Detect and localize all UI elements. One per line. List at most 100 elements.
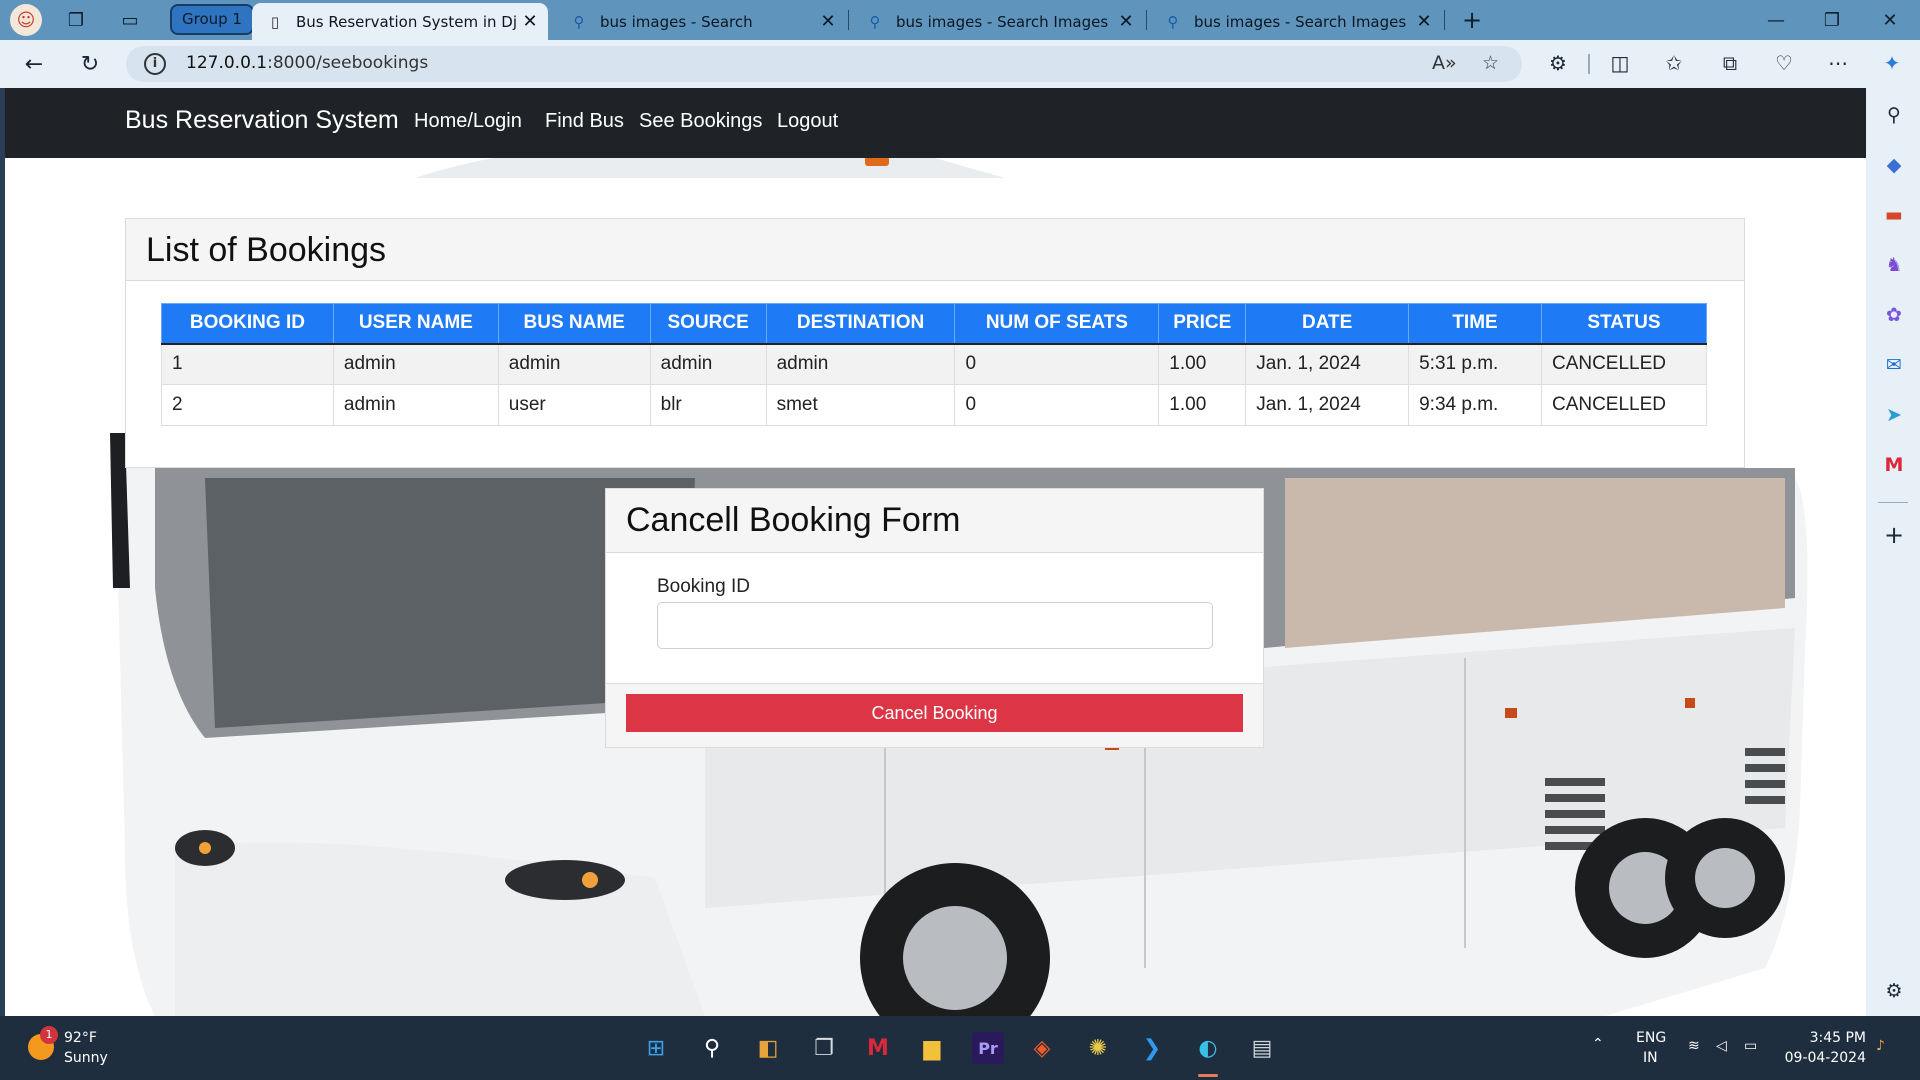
notification-bell-icon[interactable]: ♪ xyxy=(1876,1038,1885,1054)
back-icon[interactable]: ← xyxy=(18,50,50,78)
nav-link-find-bus[interactable]: Find Bus xyxy=(545,110,624,133)
games-icon[interactable]: ♞ xyxy=(1881,252,1907,278)
search-icon[interactable]: ⚲ xyxy=(696,1032,728,1064)
close-icon[interactable]: ✕ xyxy=(1412,11,1436,32)
refresh-icon[interactable]: ↻ xyxy=(74,50,106,78)
clock-time[interactable]: 3:45 PM xyxy=(1776,1030,1866,1046)
drop-icon[interactable]: ➤ xyxy=(1881,402,1907,428)
read-aloud-icon[interactable]: A» xyxy=(1432,52,1457,74)
site-info-icon[interactable]: i xyxy=(144,53,166,75)
sidebar-separator xyxy=(1878,502,1908,503)
clock-date[interactable]: 09-04-2024 xyxy=(1776,1050,1866,1066)
edge-browser-icon[interactable]: ◐ xyxy=(1192,1032,1224,1064)
tray-chevron-icon[interactable]: ⌃ xyxy=(1592,1036,1604,1052)
column-header: BOOKING ID xyxy=(161,303,334,345)
table-cell: CANCELLED xyxy=(1540,343,1708,385)
column-header: USER NAME xyxy=(332,303,499,345)
table-cell: 1 xyxy=(161,343,334,385)
language-bottom[interactable]: IN xyxy=(1643,1050,1658,1066)
workspaces-icon[interactable]: ❐ xyxy=(64,8,88,32)
terminal-icon[interactable]: ▤ xyxy=(1246,1032,1278,1064)
minimize-icon[interactable]: — xyxy=(1756,6,1796,34)
table-cell: user xyxy=(497,384,651,426)
premiere-pro-icon[interactable]: Pr xyxy=(972,1032,1004,1064)
task-view-icon[interactable]: ❐ xyxy=(808,1032,840,1064)
search-icon: ⚲ xyxy=(869,12,881,31)
split-screen-icon[interactable]: ◫ xyxy=(1606,49,1634,77)
browser-essentials-icon[interactable]: ♡ xyxy=(1770,49,1798,77)
favorite-star-icon[interactable]: ☆ xyxy=(1482,52,1499,74)
table-cell: 9:34 p.m. xyxy=(1408,384,1542,426)
table-cell: Jan. 1, 2024 xyxy=(1245,384,1410,426)
copilot-icon[interactable]: ✦ xyxy=(1878,49,1906,77)
table-cell: CANCELLED xyxy=(1540,384,1708,426)
booking-id-label: Booking ID xyxy=(657,576,750,597)
nav-link-logout[interactable]: Logout xyxy=(777,110,838,133)
active-app-indicator xyxy=(1198,1074,1218,1077)
toolbox-icon[interactable]: ▬ xyxy=(1881,202,1907,228)
site-brand[interactable]: Bus Reservation System xyxy=(125,106,399,135)
outlook-icon[interactable]: ✉ xyxy=(1881,352,1907,378)
more-menu-icon[interactable]: ⋯ xyxy=(1824,49,1852,77)
weather-condition[interactable]: Sunny xyxy=(64,1050,108,1066)
cancel-booking-card: Cancell Booking Form Booking ID Cancel B… xyxy=(605,488,1264,748)
bookings-card: List of Bookings BOOKING ID USER NAME BU… xyxy=(125,218,1745,468)
widgets-icon[interactable]: ◧ xyxy=(752,1032,784,1064)
url-text[interactable]: 127.0.0.1:8000/seebookings xyxy=(186,53,428,73)
table-cell: admin xyxy=(765,343,956,385)
page-icon: ▯ xyxy=(270,12,280,31)
extensions-icon[interactable]: ⚙ xyxy=(1544,49,1572,77)
tab-actions-icon[interactable]: ▭ xyxy=(118,8,142,32)
mcafee-icon[interactable]: M xyxy=(1881,452,1907,478)
site-navbar: Bus Reservation System Home/Login Find B… xyxy=(5,88,1866,158)
add-icon[interactable]: + xyxy=(1881,521,1907,549)
file-explorer-icon[interactable]: ▆ xyxy=(916,1032,948,1064)
cancel-booking-button[interactable]: Cancel Booking xyxy=(626,694,1243,732)
new-tab-icon[interactable]: + xyxy=(1460,6,1484,34)
cancel-form-title: Cancell Booking Form xyxy=(606,489,1263,553)
url-host: 127.0.0.1 xyxy=(186,53,268,73)
column-header: NUM OF SEATS xyxy=(954,303,1160,345)
settings-gear-icon[interactable]: ⚙ xyxy=(1881,978,1907,1004)
nav-link-home-login[interactable]: Home/Login xyxy=(414,110,522,133)
window-close-icon[interactable]: ✕ xyxy=(1870,6,1910,34)
close-icon[interactable]: ✕ xyxy=(816,11,840,32)
collections-icon[interactable]: ⧉ xyxy=(1716,49,1744,77)
wifi-icon[interactable]: ≋ xyxy=(1688,1038,1700,1054)
search-icon: ⚲ xyxy=(1167,12,1179,31)
start-windows-icon[interactable]: ⊞ xyxy=(640,1032,672,1064)
favorites-icon[interactable]: ✩ xyxy=(1660,49,1688,77)
table-cell: 5:31 p.m. xyxy=(1408,343,1542,385)
tab-label: Bus Reservation System in Djang xyxy=(296,12,518,31)
tab-bus-images-search-images-2[interactable]: ⚲ bus images - Search Images ✕ xyxy=(1150,3,1442,40)
table-cell: admin xyxy=(332,343,499,385)
address-bar[interactable]: i 127.0.0.1:8000/seebookings A» ☆ xyxy=(126,46,1522,82)
column-header: DESTINATION xyxy=(765,303,956,345)
browser-tab-bar: ☺ ❐ ▭ Group 1 ▯ Bus Reservation System i… xyxy=(0,0,1920,40)
close-icon[interactable]: ✕ xyxy=(1114,11,1138,32)
vscode-icon[interactable]: ❯ xyxy=(1136,1032,1168,1064)
brave-browser-icon[interactable]: ◈ xyxy=(1026,1032,1058,1064)
tab-group-chip[interactable]: Group 1 xyxy=(170,4,254,35)
tab-separator xyxy=(1444,10,1445,30)
mcafee-app-icon[interactable]: M xyxy=(862,1032,894,1064)
nav-link-see-bookings[interactable]: See Bookings xyxy=(639,110,762,133)
cancel-form-footer: Cancel Booking xyxy=(606,683,1263,747)
search-icon[interactable]: ⚲ xyxy=(1881,102,1907,128)
close-icon[interactable]: ✕ xyxy=(518,11,542,32)
language-top[interactable]: ENG xyxy=(1636,1030,1666,1046)
weather-temperature[interactable]: 92°F xyxy=(64,1030,97,1046)
tab-bus-reservation[interactable]: ▯ Bus Reservation System in Djang ✕ xyxy=(252,3,548,40)
davinci-resolve-icon[interactable]: ✺ xyxy=(1082,1032,1114,1064)
table-cell: 2 xyxy=(161,384,334,426)
booking-id-input[interactable] xyxy=(657,602,1213,649)
tab-bus-images-search-images-1[interactable]: ⚲ bus images - Search Images ✕ xyxy=(852,3,1144,40)
microsoft-365-icon[interactable]: ✿ xyxy=(1881,302,1907,328)
profile-avatar[interactable]: ☺ xyxy=(10,4,42,36)
battery-icon[interactable]: ▭ xyxy=(1744,1038,1757,1054)
restore-icon[interactable]: ❐ xyxy=(1812,6,1852,34)
shopping-tag-icon[interactable]: ◆ xyxy=(1881,152,1907,178)
tab-bus-images-search[interactable]: ⚲ bus images - Search ✕ xyxy=(556,3,846,40)
table-cell: 1.00 xyxy=(1158,384,1247,426)
volume-icon[interactable]: ◁ xyxy=(1716,1038,1727,1054)
